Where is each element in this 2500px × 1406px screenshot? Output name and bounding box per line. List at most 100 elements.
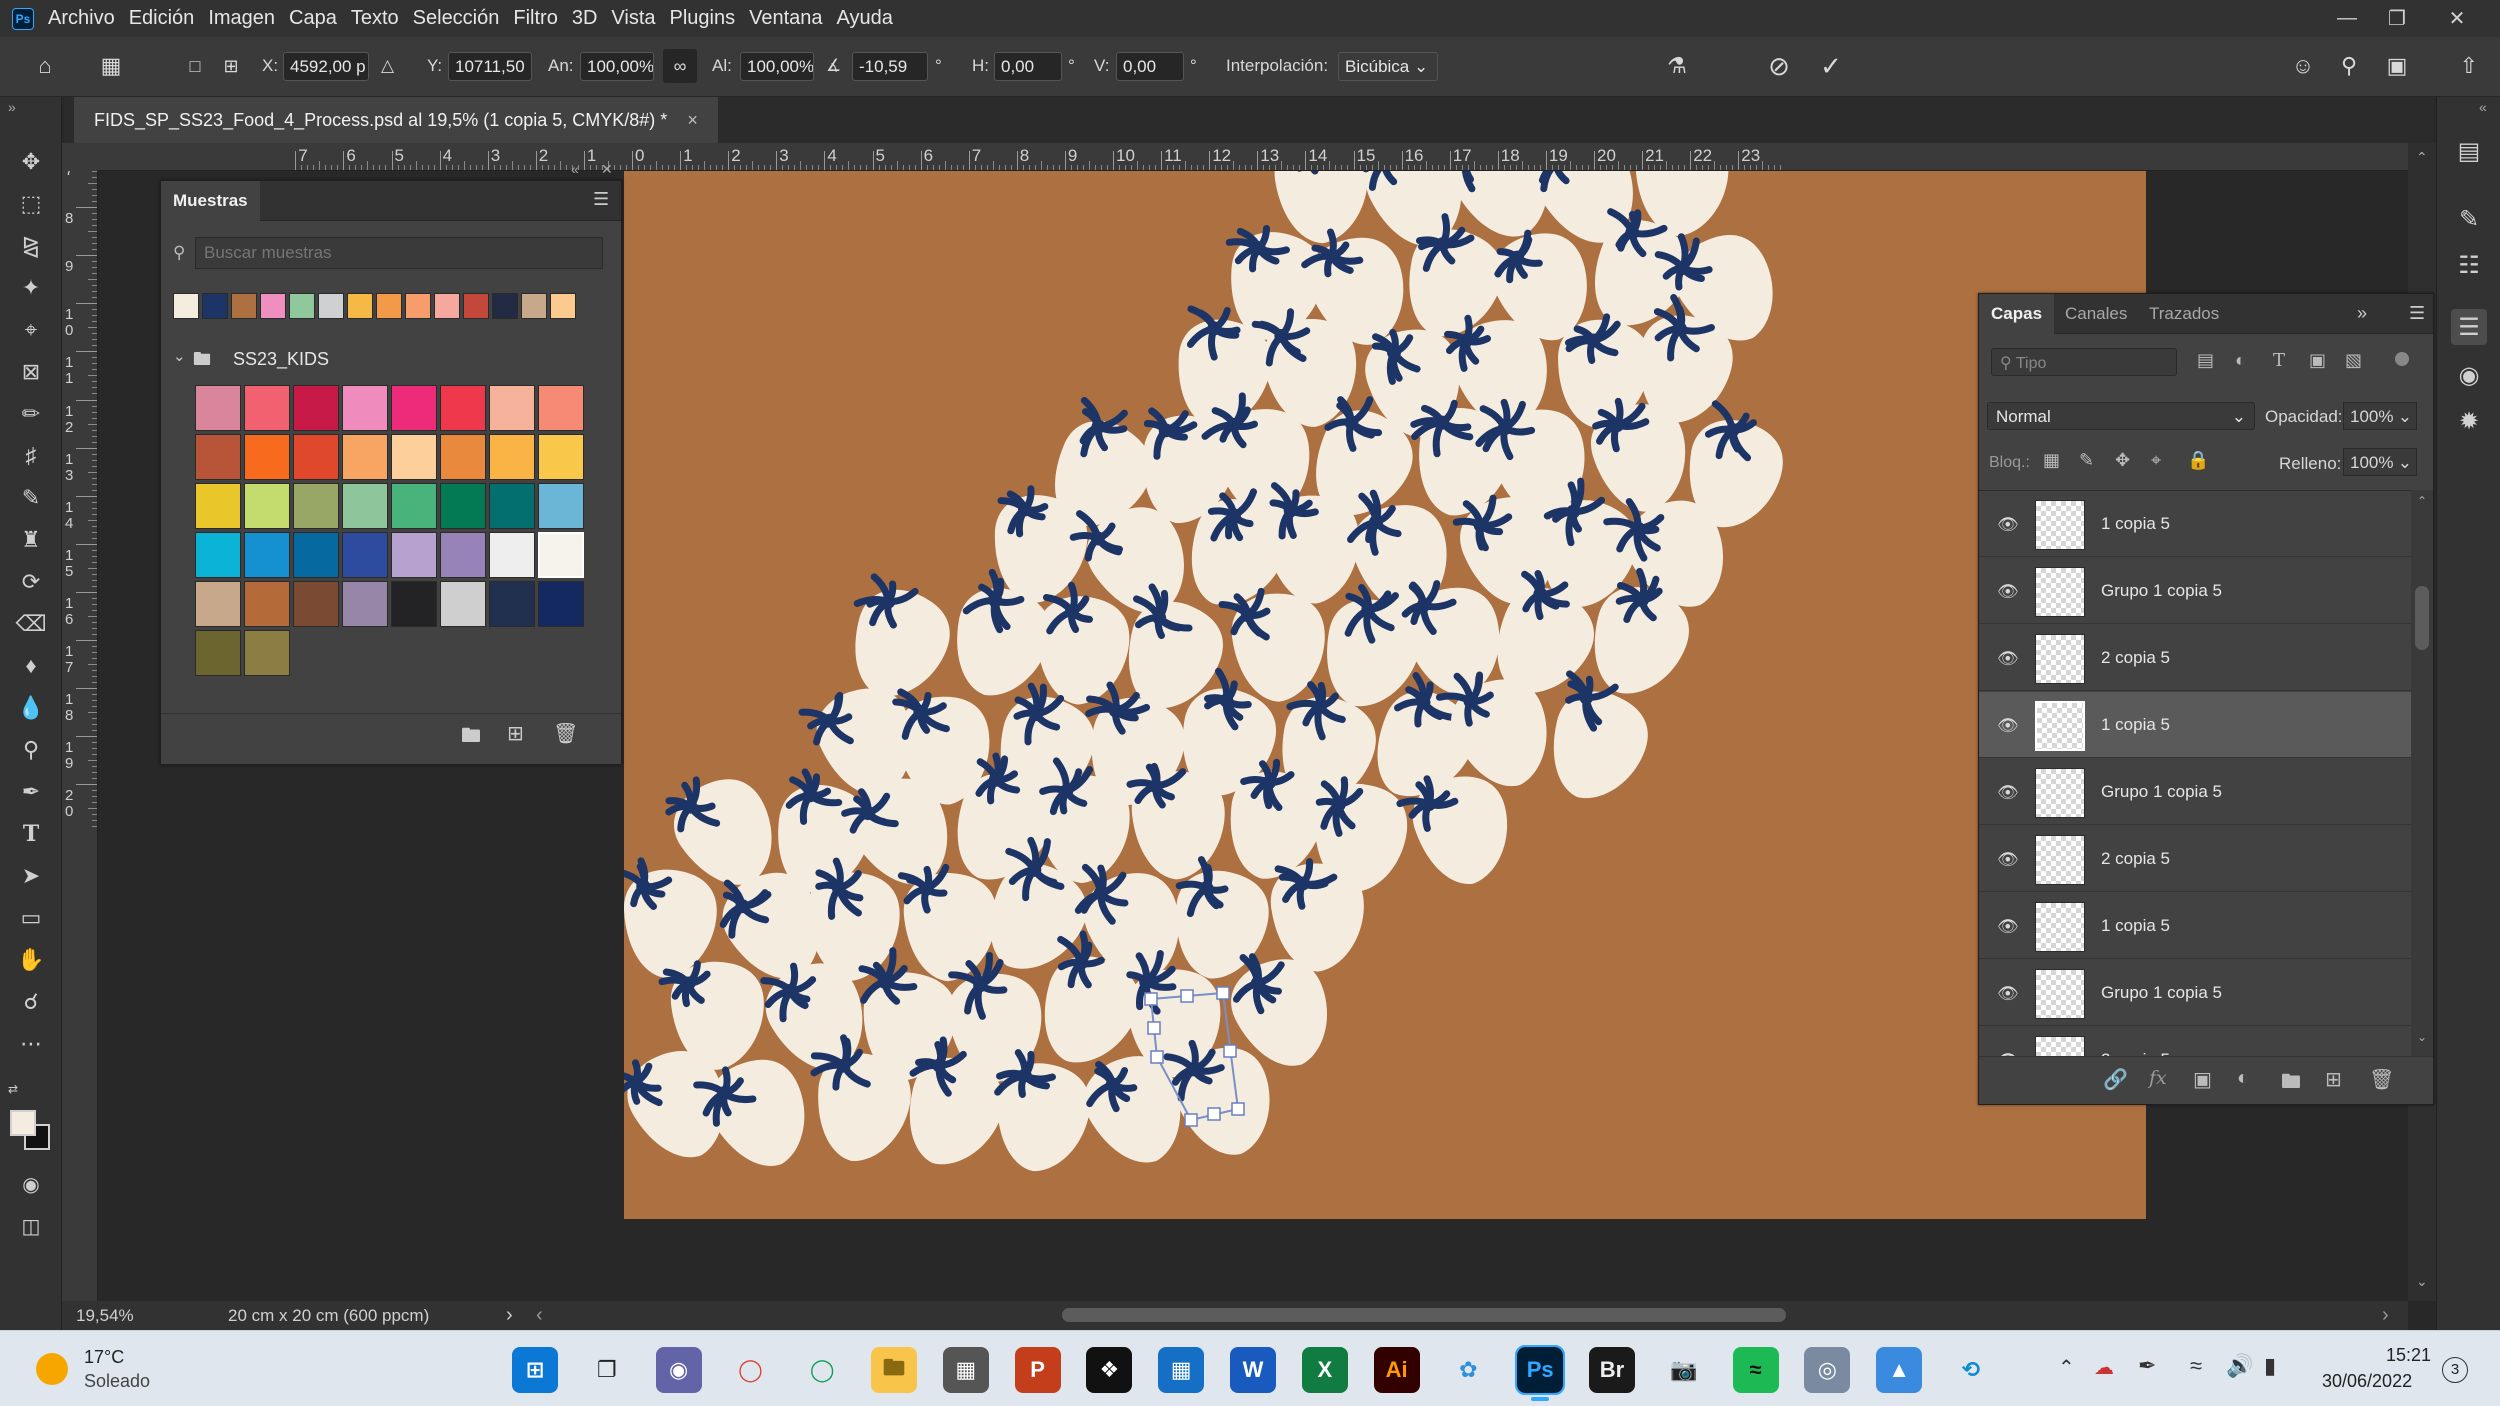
layer-row[interactable]: 👁2 copia 5 — [1979, 1027, 2411, 1056]
layers-scrollbar[interactable]: ⌃ ⌄ — [2411, 490, 2433, 1056]
restore-icon[interactable]: ❐ — [2370, 0, 2424, 37]
swatch[interactable] — [391, 385, 437, 431]
visibility-eye-icon[interactable]: 👁 — [1997, 850, 2019, 870]
chrome-icon[interactable]: ◯ — [727, 1347, 773, 1393]
swatch[interactable] — [342, 385, 388, 431]
disk-icon[interactable]: ◎ — [1804, 1347, 1851, 1393]
hand-tool-icon[interactable]: ✋ — [12, 943, 50, 977]
fill-field[interactable]: 100% ⌄ — [2343, 448, 2417, 476]
visibility-eye-icon[interactable]: 👁 — [1997, 582, 2019, 602]
new-swatch-icon[interactable]: ⊞ — [507, 721, 524, 746]
swatch[interactable] — [195, 483, 241, 529]
swatch[interactable] — [440, 434, 486, 480]
panel-collapse-icon[interactable]: « — [571, 161, 579, 177]
swatch[interactable] — [391, 532, 437, 578]
clock-time[interactable]: 15:21 — [2386, 1345, 2431, 1366]
recent-swatch[interactable] — [260, 293, 286, 319]
layer-name[interactable]: Grupo 1 copia 5 — [2101, 782, 2222, 802]
filter-pixel-icon[interactable]: ▤ — [2197, 350, 2214, 371]
link-layers-icon[interactable]: 🔗 — [2103, 1067, 2128, 1092]
rectangle-tool-icon[interactable]: ▭ — [12, 901, 50, 935]
angle-field[interactable]: -10,59 — [852, 52, 928, 81]
tray-chevron-icon[interactable]: ⌃ — [2058, 1355, 2075, 1380]
recent-swatch[interactable] — [173, 293, 199, 319]
swatch[interactable] — [195, 581, 241, 627]
photos-edit-icon[interactable]: ✿ — [1445, 1347, 1491, 1393]
cancel-transform-icon[interactable]: ⊘ — [1762, 49, 1796, 83]
swatch[interactable] — [489, 434, 535, 480]
recent-swatch[interactable] — [318, 293, 344, 319]
horizontal-scrollbar-thumb[interactable] — [1062, 1308, 1786, 1322]
transform-handle[interactable] — [1216, 986, 1230, 1000]
quick-mask-icon[interactable]: ◉ — [12, 1167, 50, 1201]
weather-desc[interactable]: Soleado — [84, 1371, 150, 1392]
photoshop-icon[interactable]: Ps — [1515, 1345, 1566, 1395]
new-group-folder-icon[interactable]: 🖿 — [2281, 1067, 2301, 1101]
lasso-tool-icon[interactable]: ⧎ — [12, 229, 50, 263]
swatch[interactable] — [538, 581, 584, 627]
move-tool-icon[interactable]: ✥ — [12, 145, 50, 179]
marquee-tool-icon[interactable]: ⬚ — [12, 187, 50, 221]
bridge-icon[interactable]: Br — [1589, 1347, 1635, 1393]
visibility-eye-icon[interactable]: 👁 — [1997, 783, 2019, 803]
calendar-icon[interactable]: ▦ — [1158, 1347, 1205, 1393]
eraser-tool-icon[interactable]: ⌫ — [12, 607, 50, 641]
battery-icon[interactable]: ▮ — [2264, 1353, 2276, 1379]
adjustment-layer-icon[interactable]: ◐ — [2237, 1067, 2249, 1090]
task-view-icon[interactable]: ❐ — [584, 1347, 630, 1393]
menu-7[interactable]: 3D — [572, 7, 612, 30]
swatch[interactable] — [195, 434, 241, 480]
recent-swatch[interactable] — [434, 293, 460, 319]
layer-name[interactable]: 1 copia 5 — [2101, 916, 2170, 936]
swatch[interactable] — [195, 630, 241, 676]
lock-artboard-icon[interactable]: ⌖ — [2151, 450, 2161, 471]
workspace-icon[interactable]: ▣ — [2380, 49, 2414, 83]
swatch[interactable] — [440, 532, 486, 578]
layer-row[interactable]: 👁 2 copia 5 — [1979, 826, 2411, 892]
swatch-folder-name[interactable]: SS23_KIDS — [233, 349, 329, 370]
close-tab-icon[interactable]: × — [687, 110, 698, 131]
menu-0[interactable]: Archivo — [48, 7, 129, 30]
swatch[interactable] — [440, 385, 486, 431]
interpolation-select[interactable]: Bicúbica ⌄ — [1338, 52, 1438, 81]
layer-thumbnail[interactable] — [2035, 768, 2085, 818]
menu-2[interactable]: Imagen — [208, 7, 289, 30]
menu-3[interactable]: Capa — [289, 7, 351, 30]
screen-mode-icon[interactable]: ◫ — [12, 1209, 50, 1243]
swatch[interactable] — [293, 434, 339, 480]
transform-handle[interactable] — [1207, 1107, 1221, 1121]
recent-swatch[interactable] — [231, 293, 257, 319]
menu-9[interactable]: Plugins — [670, 7, 750, 30]
tab-canales[interactable]: Canales — [2053, 294, 2139, 334]
swatch[interactable] — [391, 434, 437, 480]
swatch[interactable] — [244, 532, 290, 578]
layer-name[interactable]: Grupo 1 copia 5 — [2101, 581, 2222, 601]
layer-row[interactable]: 👁2 copia 5 — [1979, 625, 2411, 691]
eyedropper-icon[interactable]: ✏ — [12, 397, 50, 431]
status-arrow[interactable]: › — [506, 1304, 513, 1327]
tab-capas[interactable]: Capas — [1979, 294, 2055, 334]
scroll-down-icon[interactable]: ⌄ — [2416, 1273, 2428, 1290]
word-icon[interactable]: W — [1230, 1347, 1276, 1393]
layer-name[interactable]: 2 copia 5 — [2101, 849, 2170, 869]
layer-filter-select[interactable]: ⚲ Tipo — [1991, 348, 2177, 376]
recent-swatch[interactable] — [289, 293, 315, 319]
teams-chat-icon[interactable]: ◉ — [655, 1347, 702, 1393]
zoom-level[interactable]: 19,54% — [76, 1306, 134, 1326]
lock-all-icon[interactable]: 🔒 — [2187, 450, 2209, 471]
menu-6[interactable]: Filtro — [513, 7, 571, 30]
lock-image-icon[interactable]: ✎ — [2079, 450, 2094, 471]
layers-panel-icon[interactable]: ☰ — [2451, 309, 2487, 345]
swatch[interactable] — [244, 581, 290, 627]
layer-thumbnail[interactable] — [2035, 835, 2085, 885]
swatch[interactable] — [342, 483, 388, 529]
swatch-search-input[interactable] — [195, 237, 603, 269]
layers-scroll-thumb[interactable] — [2415, 586, 2429, 650]
zoom-tool-icon[interactable]: ☌ — [12, 985, 50, 1019]
camera-icon[interactable]: 📷 — [1661, 1347, 1707, 1393]
visibility-eye-icon[interactable]: 👁 — [1997, 716, 2019, 736]
transform-handle[interactable] — [1180, 989, 1194, 1003]
filter-adjustment-icon[interactable]: ◐ — [2235, 350, 2246, 371]
swatch[interactable] — [244, 434, 290, 480]
width-field[interactable]: 100,00% — [580, 52, 654, 81]
